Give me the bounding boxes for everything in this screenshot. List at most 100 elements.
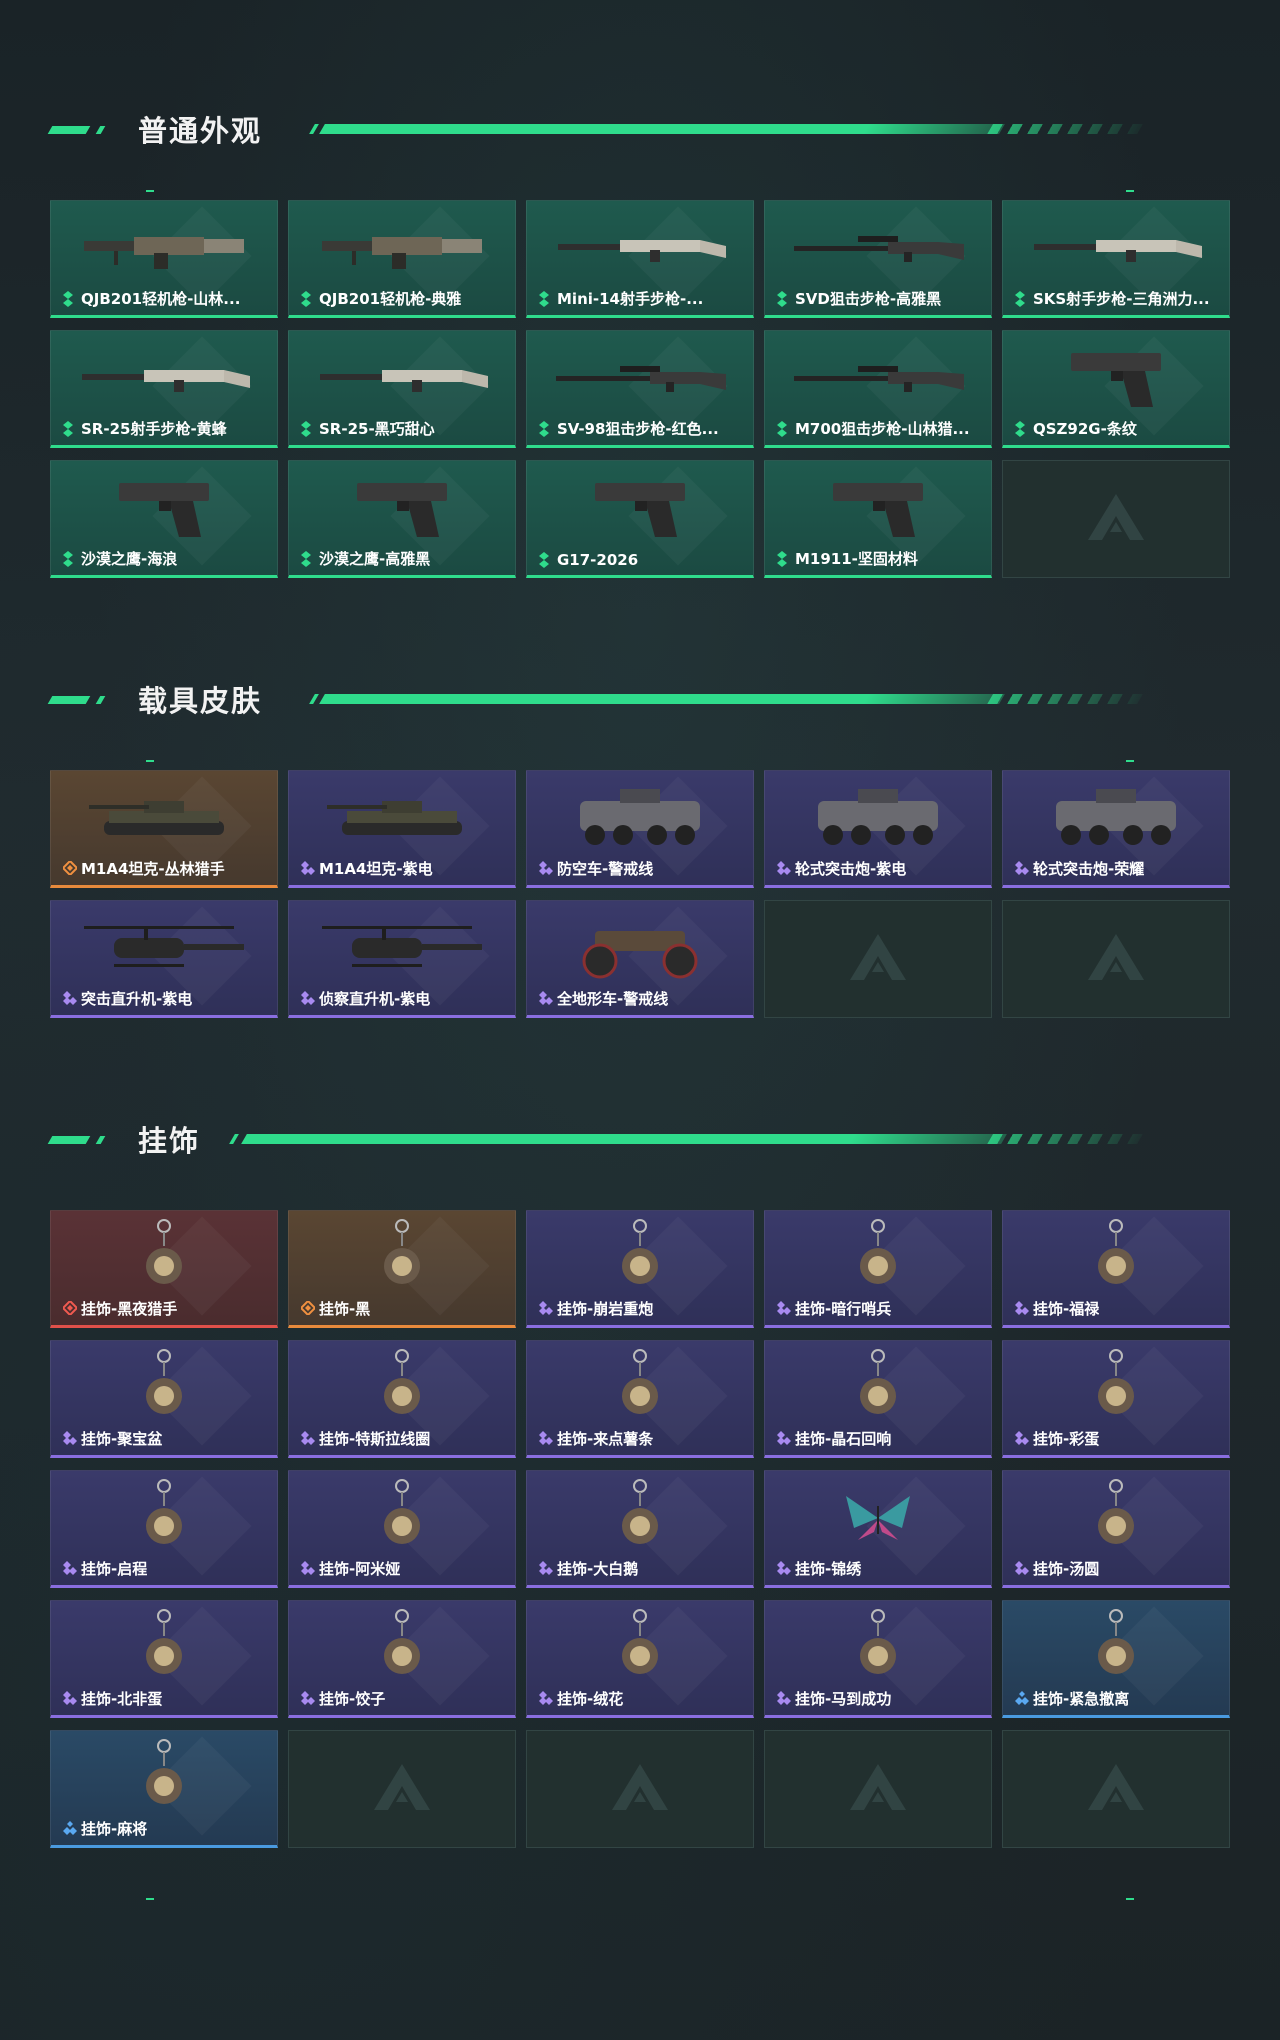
placeholder-logo-icon [372, 1762, 432, 1816]
item-grid: M1A4坦克-丛林猎手 M1A4坦克-紫电 防空车-警戒线 轮式突击炮-紫电 轮式突击炮… [50, 770, 1230, 1018]
item-card[interactable]: 挂饰-启程 [50, 1470, 278, 1588]
item-card[interactable]: 轮式突击炮-荣耀 [1002, 770, 1230, 888]
header-checker [987, 1134, 1153, 1144]
item-label: 挂饰-彩蛋 [1033, 1430, 1100, 1448]
item-card[interactable]: QSZ92G-条纹 [1002, 330, 1230, 448]
sniper-icon [545, 343, 735, 413]
item-label: 挂饰-聚宝盆 [81, 1430, 163, 1448]
item-card[interactable]: 沙漠之鹰-高雅黑 [288, 460, 516, 578]
item-label: 挂饰-大白鹅 [557, 1560, 639, 1578]
item-card[interactable]: 挂饰-大白鹅 [526, 1470, 754, 1588]
charm-icon [1021, 1609, 1211, 1683]
item-card[interactable]: SKS射手步枪-三角洲力... [1002, 200, 1230, 318]
header-divider [229, 1134, 239, 1144]
item-card[interactable]: M1A4坦克-丛林猎手 [50, 770, 278, 888]
quality-purple-icon [63, 1430, 77, 1447]
item-card[interactable]: 挂饰-暗行哨兵 [764, 1210, 992, 1328]
item-label-row: Mini-14射手步枪-... [539, 288, 747, 309]
item-card[interactable]: 挂饰-饺子 [288, 1600, 516, 1718]
placeholder-logo-icon [848, 1762, 908, 1816]
pistol-icon [783, 473, 973, 543]
rifle-icon [545, 213, 735, 283]
item-label: 轮式突击炮-紫电 [795, 860, 907, 878]
placeholder-logo-icon [848, 932, 908, 986]
item-card[interactable]: QJB201轻机枪-山林... [50, 200, 278, 318]
item-label-row: 挂饰-北非蛋 [63, 1688, 271, 1709]
item-label-row: 轮式突击炮-紫电 [777, 858, 985, 879]
item-card[interactable]: 挂饰-聚宝盆 [50, 1340, 278, 1458]
item-card[interactable]: 挂饰-麻将 [50, 1730, 278, 1848]
item-label-row: 挂饰-启程 [63, 1558, 271, 1579]
item-card[interactable]: 挂饰-马到成功 [764, 1600, 992, 1718]
charm-icon [1021, 1479, 1211, 1553]
item-card[interactable]: G17-2026 [526, 460, 754, 578]
item-card[interactable]: 挂饰-晶石回响 [764, 1340, 992, 1458]
charm-icon [783, 1609, 973, 1683]
item-card[interactable]: 轮式突击炮-紫电 [764, 770, 992, 888]
item-card[interactable]: 挂饰-来点薯条 [526, 1340, 754, 1458]
item-card[interactable]: 挂饰-特斯拉线圈 [288, 1340, 516, 1458]
item-card[interactable]: QJB201轻机枪-典雅 [288, 200, 516, 318]
quality-purple-icon [1015, 1560, 1029, 1577]
item-card[interactable]: 挂饰-彩蛋 [1002, 1340, 1230, 1458]
item-card[interactable]: 挂饰-绒花 [526, 1600, 754, 1718]
item-card[interactable]: 挂饰-黑夜猎手 [50, 1210, 278, 1328]
quality-purple-icon [539, 860, 553, 877]
butterfly-icon [783, 1483, 973, 1553]
quality-orange-icon [301, 1300, 315, 1317]
item-card[interactable]: M1A4坦克-紫电 [288, 770, 516, 888]
item-label: M1A4坦克-紫电 [319, 860, 433, 878]
item-card[interactable]: M1911-坚固材料 [764, 460, 992, 578]
rifle-icon [1021, 213, 1211, 283]
item-label-row: 挂饰-锦绣 [777, 1558, 985, 1579]
item-card[interactable]: 防空车-警戒线 [526, 770, 754, 888]
item-card[interactable]: 突击直升机-紫电 [50, 900, 278, 1018]
item-label-row: M1911-坚固材料 [777, 548, 985, 569]
item-card[interactable]: 挂饰-北非蛋 [50, 1600, 278, 1718]
item-card[interactable]: SR-25射手步枪-黄蜂 [50, 330, 278, 448]
lmg-icon [307, 213, 497, 283]
item-card[interactable]: 沙漠之鹰-海浪 [50, 460, 278, 578]
item-label: 挂饰-汤圆 [1033, 1560, 1100, 1578]
pistol-icon [69, 473, 259, 543]
item-card[interactable]: 挂饰-黑 [288, 1210, 516, 1328]
charm-icon [307, 1479, 497, 1553]
helicopter-icon [307, 913, 497, 983]
item-card[interactable]: 挂饰-崩岩重炮 [526, 1210, 754, 1328]
charm-icon [1021, 1219, 1211, 1293]
charm-icon [69, 1609, 259, 1683]
item-label: 挂饰-紧急撤离 [1033, 1690, 1130, 1708]
item-label-row: SR-25-黑巧甜心 [301, 418, 509, 439]
quality-green-icon [1015, 420, 1027, 437]
quality-green-icon [301, 550, 313, 567]
charm-icon [69, 1349, 259, 1423]
corner-tick [1126, 190, 1134, 192]
header-accent [47, 126, 91, 134]
item-card[interactable]: 侦察直升机-紫电 [288, 900, 516, 1018]
quality-purple-icon [63, 1560, 77, 1577]
item-label-row: SKS射手步枪-三角洲力... [1015, 288, 1223, 309]
item-label-row: 挂饰-来点薯条 [539, 1428, 747, 1449]
quality-green-icon [539, 420, 551, 437]
item-label: 挂饰-北非蛋 [81, 1690, 163, 1708]
item-card[interactable]: 挂饰-紧急撤离 [1002, 1600, 1230, 1718]
quality-purple-icon [1015, 1300, 1029, 1317]
item-card[interactable]: SR-25-黑巧甜心 [288, 330, 516, 448]
header-line [319, 694, 1005, 704]
corner-tick [1126, 1898, 1134, 1900]
item-card[interactable]: SVD狙击步枪-高雅黑 [764, 200, 992, 318]
item-card[interactable]: 全地形车-警戒线 [526, 900, 754, 1018]
quality-purple-icon [777, 1430, 791, 1447]
item-card[interactable]: 挂饰-福禄 [1002, 1210, 1230, 1328]
item-card[interactable]: 挂饰-阿米娅 [288, 1470, 516, 1588]
item-label-row: 挂饰-晶石回响 [777, 1428, 985, 1449]
item-card[interactable]: SV-98狙击步枪-红色... [526, 330, 754, 448]
item-card[interactable]: 挂饰-锦绣 [764, 1470, 992, 1588]
item-card[interactable]: 挂饰-汤圆 [1002, 1470, 1230, 1588]
item-card[interactable]: Mini-14射手步枪-... [526, 200, 754, 318]
item-card[interactable]: M700狙击步枪-山林猎... [764, 330, 992, 448]
item-label-row: 侦察直升机-紫电 [301, 988, 509, 1009]
rifle-icon [69, 343, 259, 413]
quality-purple-icon [539, 990, 553, 1007]
item-label-row: 挂饰-黑 [301, 1298, 509, 1319]
